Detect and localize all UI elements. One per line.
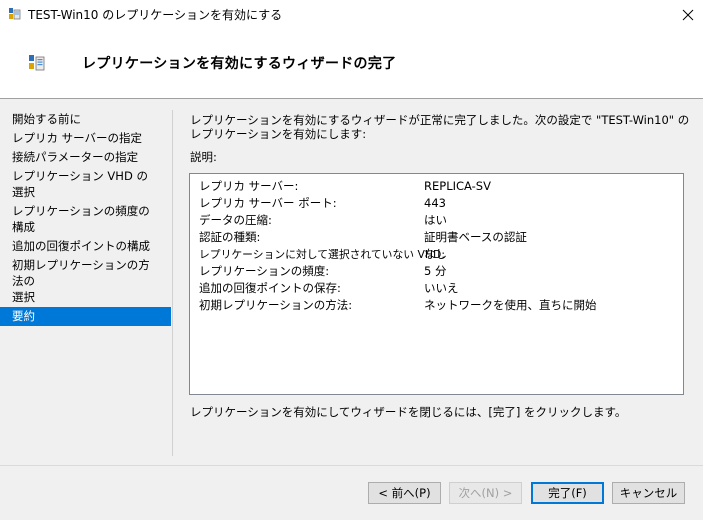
summary-value: いいえ <box>424 281 459 295</box>
summary-value: ネットワークを使用、直ちに開始 <box>424 298 597 312</box>
nav-step-before-you-begin[interactable]: 開始する前に <box>0 110 171 129</box>
close-button[interactable] <box>673 0 703 30</box>
finish-button[interactable]: 完了(F) <box>531 482 604 504</box>
replication-icon <box>29 55 45 71</box>
summary-row: レプリケーションに対して選択されていない VHD: なし <box>199 246 669 263</box>
window-title: TEST-Win10 のレプリケーションを有効にする <box>28 8 283 22</box>
description-label: 説明: <box>190 150 217 164</box>
summary-value: 5 分 <box>424 264 447 278</box>
summary-key: 認証の種類: <box>199 230 261 244</box>
summary-row: 認証の種類: 証明書ベースの認証 <box>199 229 669 246</box>
hyper-v-vm-icon <box>9 8 21 20</box>
intro-text: レプリケーションを有効にするウィザードが正常に完了しました。次の設定で "TES… <box>190 113 690 141</box>
summary-value: 443 <box>424 196 446 210</box>
back-button[interactable]: < 前へ(P) <box>368 482 441 504</box>
wizard-header: レプリケーションを有効にするウィザードの完了 <box>0 30 703 99</box>
summary-row: レプリカ サーバー: REPLICA-SV <box>199 178 669 195</box>
nav-step-replica-server[interactable]: レプリカ サーバーの指定 <box>0 129 171 148</box>
summary-key: レプリカ サーバー ポート: <box>199 196 337 210</box>
summary-value: はい <box>424 213 447 227</box>
summary-key: レプリケーションの頻度: <box>199 264 330 278</box>
summary-row: レプリカ サーバー ポート: 443 <box>199 195 669 212</box>
next-button[interactable]: 次へ(N) > <box>449 482 522 504</box>
finish-instruction: レプリケーションを有効にしてウィザードを閉じるには、[完了] をクリックします。 <box>190 405 627 419</box>
nav-step-replication-frequency[interactable]: レプリケーションの頻度の構成 <box>0 202 171 237</box>
summary-textbox[interactable]: レプリカ サーバー: REPLICA-SV レプリカ サーバー ポート: 443… <box>189 173 684 395</box>
summary-key: 初期レプリケーションの方法: <box>199 298 353 312</box>
nav-step-initial-replication[interactable]: 初期レプリケーションの方法の 選択 <box>0 256 171 307</box>
summary-row: レプリケーションの頻度: 5 分 <box>199 263 669 280</box>
title-bar[interactable]: TEST-Win10 のレプリケーションを有効にする <box>0 0 703 30</box>
summary-row: 追加の回復ポイントの保存: いいえ <box>199 280 669 297</box>
summary-key: レプリケーションに対して選択されていない VHD: <box>199 248 445 261</box>
wizard-window: TEST-Win10 のレプリケーションを有効にする レプリケーションを有効にす… <box>0 0 703 520</box>
summary-key: レプリカ サーバー: <box>199 179 299 193</box>
nav-step-summary[interactable]: 要約 <box>0 307 171 326</box>
cancel-button[interactable]: キャンセル <box>612 482 685 504</box>
page-title: レプリケーションを有効にするウィザードの完了 <box>82 56 397 72</box>
summary-row: 初期レプリケーションの方法: ネットワークを使用、直ちに開始 <box>199 297 669 314</box>
wizard-steps: 開始する前に レプリカ サーバーの指定 接続パラメーターの指定 レプリケーション… <box>0 110 171 326</box>
nav-divider <box>172 110 173 456</box>
nav-step-choose-vhds[interactable]: レプリケーション VHD の選択 <box>0 167 171 202</box>
nav-step-recovery-points[interactable]: 追加の回復ポイントの構成 <box>0 237 171 256</box>
summary-value: REPLICA-SV <box>424 179 491 193</box>
summary-value: なし <box>424 247 447 261</box>
close-icon <box>682 9 694 21</box>
summary-key: 追加の回復ポイントの保存: <box>199 281 341 295</box>
summary-key: データの圧縮: <box>199 213 272 227</box>
button-bar-divider <box>0 465 703 466</box>
nav-step-connection-parameters[interactable]: 接続パラメーターの指定 <box>0 148 171 167</box>
summary-value: 証明書ベースの認証 <box>424 230 527 244</box>
summary-row: データの圧縮: はい <box>199 212 669 229</box>
